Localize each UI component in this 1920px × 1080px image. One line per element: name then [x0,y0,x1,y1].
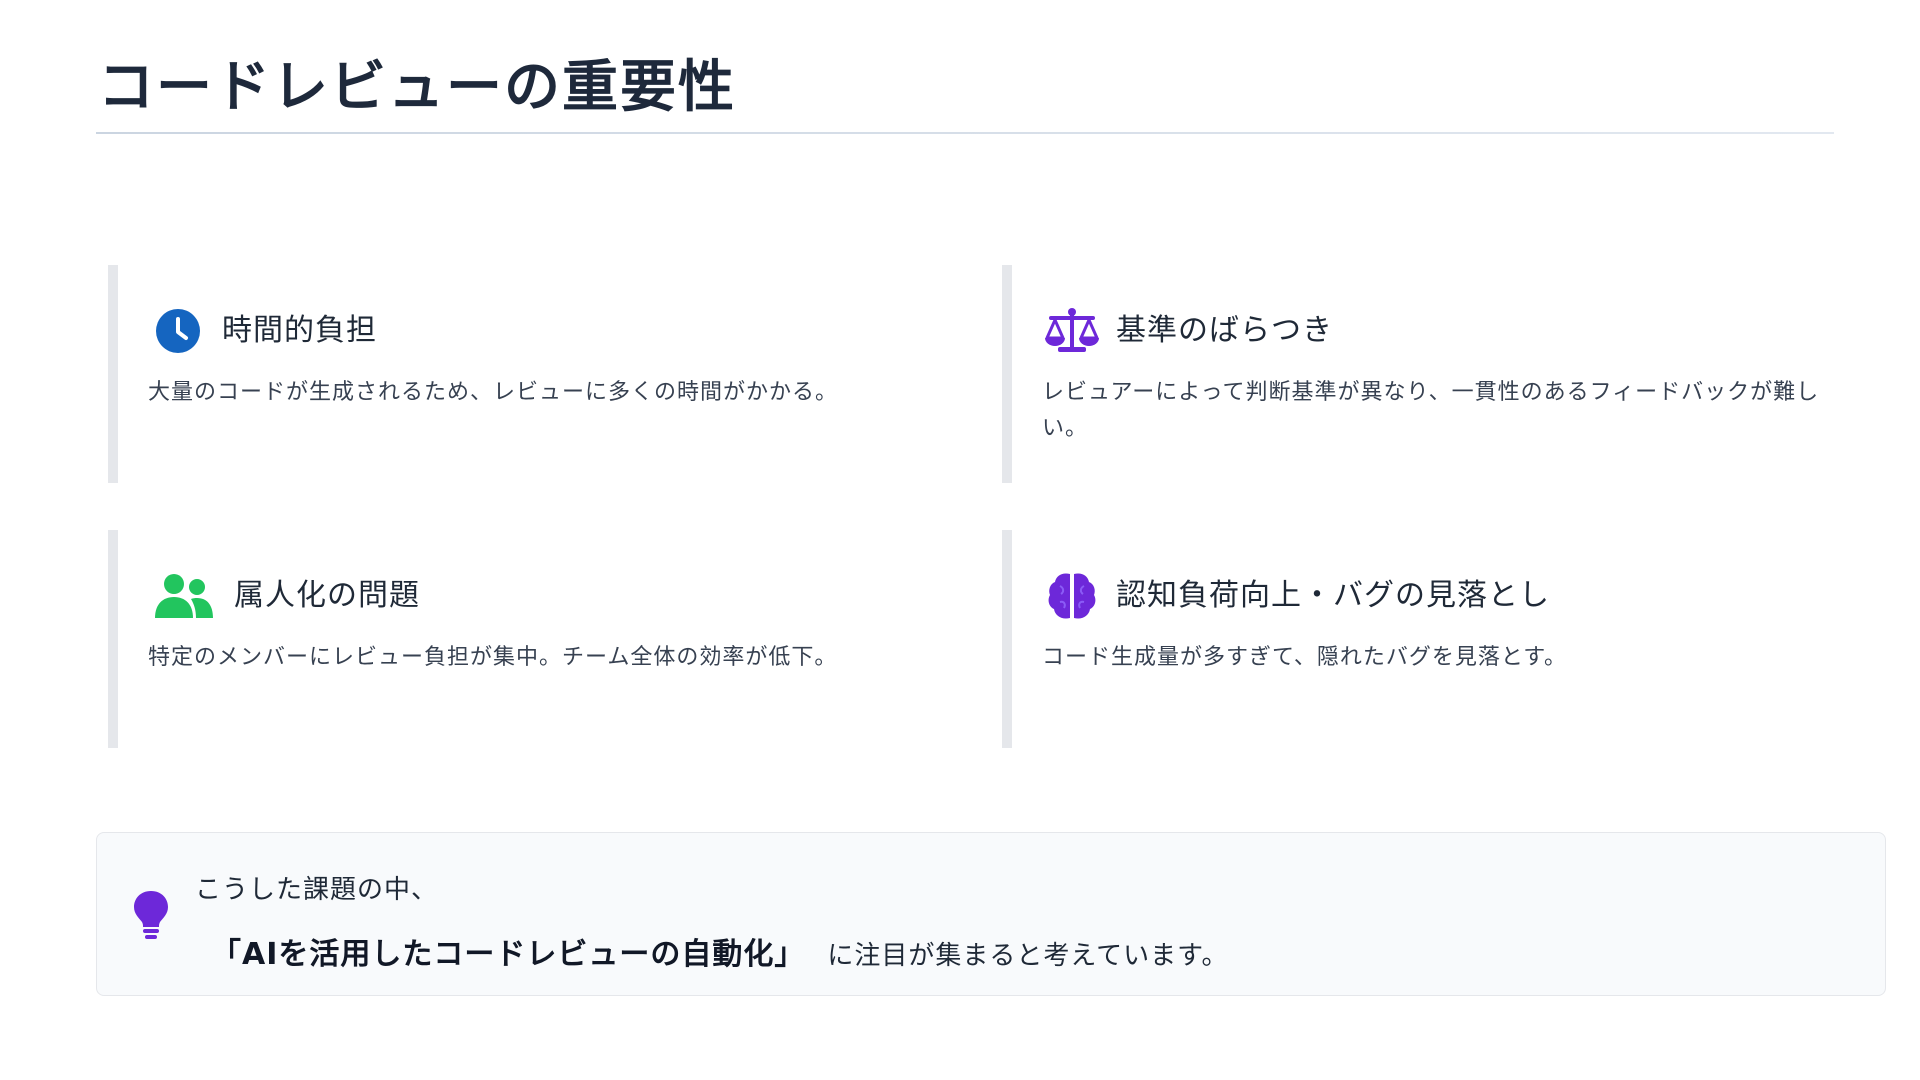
card-description: 大量のコードが生成されるため、レビューに多くの時間がかかる。 [148,380,839,405]
callout-message: 「AIを活用したコードレビューの自動化」 に注目が集まると考えています。 [211,929,1229,973]
card-header: 時間的負担 [148,301,377,361]
users-icon [148,566,220,626]
slide: コードレビューの重要性 時間的負担 大量のコードが生成されるため、レビューに多く… [0,0,1920,1080]
card-title: 基準のばらつき [1116,313,1333,348]
brain-icon [1042,566,1102,626]
page-title: コードレビューの重要性 [98,55,736,120]
clock-icon [148,301,208,361]
title-divider [96,132,1834,134]
callout-rest: に注目が集まると考えています。 [827,941,1229,971]
card-time-burden: 時間的負担 大量のコードが生成されるため、レビューに多くの時間がかかる。 [108,265,968,483]
card-title: 時間的負担 [222,313,377,348]
lightbulb-icon [131,889,171,941]
card-description: コード生成量が多すぎて、隠れたバグを見落とす。 [1042,645,1568,670]
card-cognitive-load: 認知負荷向上・バグの見落とし コード生成量が多すぎて、隠れたバグを見落とす。 [1002,530,1862,748]
callout-emphasis: 「AIを活用したコードレビューの自動化」 [211,937,806,972]
card-title: 認知負荷向上・バグの見落とし [1116,578,1550,613]
card-description: 特定のメンバーにレビュー負担が集中。チーム全体の効率が低下。 [148,645,838,670]
card-description: レビュアーによって判断基準が異なり、一貫性のあるフィードバックが難しい。 [1042,380,1820,441]
card-inconsistent-standards: 基準のばらつき レビュアーによって判断基準が異なり、一貫性のあるフィードバックが… [1002,265,1862,483]
card-header: 認知負荷向上・バグの見落とし [1042,566,1550,626]
card-header: 属人化の問題 [148,566,420,626]
scale-icon [1042,301,1102,361]
card-title: 属人化の問題 [234,578,420,613]
callout-intro: こうした課題の中、 [195,875,439,905]
card-header: 基準のばらつき [1042,301,1333,361]
card-knowledge-silo: 属人化の問題 特定のメンバーにレビュー負担が集中。チーム全体の効率が低下。 [108,530,968,748]
callout-box: こうした課題の中、 「AIを活用したコードレビューの自動化」 に注目が集まると考… [96,832,1886,996]
